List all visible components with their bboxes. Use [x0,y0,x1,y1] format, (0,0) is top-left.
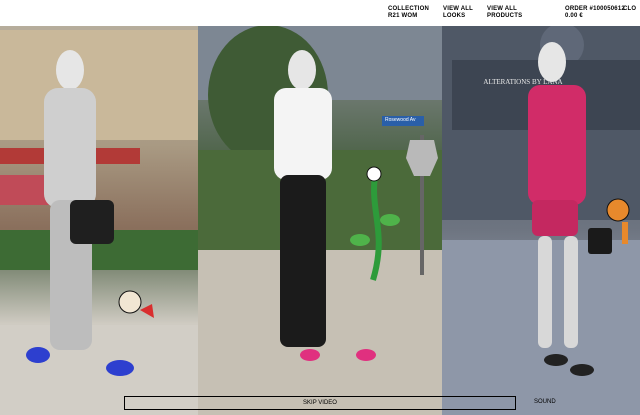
order-number: ORDER #100050612 [565,6,625,12]
collection-label: COLLECTION [388,6,429,12]
view-products-line1: VIEW ALL [487,6,518,12]
street-sign-text: Rosewood Av [385,117,416,123]
cartoon-1 [118,290,154,318]
look-panel-2[interactable]: Rosewood Av [198,0,442,415]
look-2-scene [198,20,442,415]
skip-video-button[interactable]: SKIP VIDEO [124,396,516,410]
view-looks-line2: LOOKS [443,13,466,19]
collection-link[interactable]: COLLECTION R21 WOM [388,6,429,20]
order-summary[interactable]: ORDER #100050612 0.00 € [565,6,625,20]
look-panel-1[interactable] [0,0,198,415]
collection-name: R21 WOM [388,13,418,19]
view-products-line2: PRODUCTS [487,13,523,19]
video-stage[interactable]: Rosewood Av ALTERATIONS BY LANA [0,0,640,415]
order-total: 0.00 € [565,13,583,19]
view-all-products-link[interactable]: VIEW ALL PRODUCTS [487,6,522,20]
shop-sign-text: ALTERATIONS BY LANA [483,78,563,86]
sound-toggle[interactable]: SOUND [534,399,556,405]
view-looks-line1: VIEW ALL [443,6,474,12]
look-1-scene [0,30,198,415]
top-header: COLLECTION R21 WOM VIEW ALL LOOKS VIEW A… [0,0,640,26]
close-label: CLO [623,6,637,12]
close-button[interactable]: CLO [623,6,636,13]
view-all-looks-link[interactable]: VIEW ALL LOOKS [443,6,473,20]
look-3-scene [442,20,640,415]
look-panel-3[interactable]: ALTERATIONS BY LANA [442,0,640,415]
